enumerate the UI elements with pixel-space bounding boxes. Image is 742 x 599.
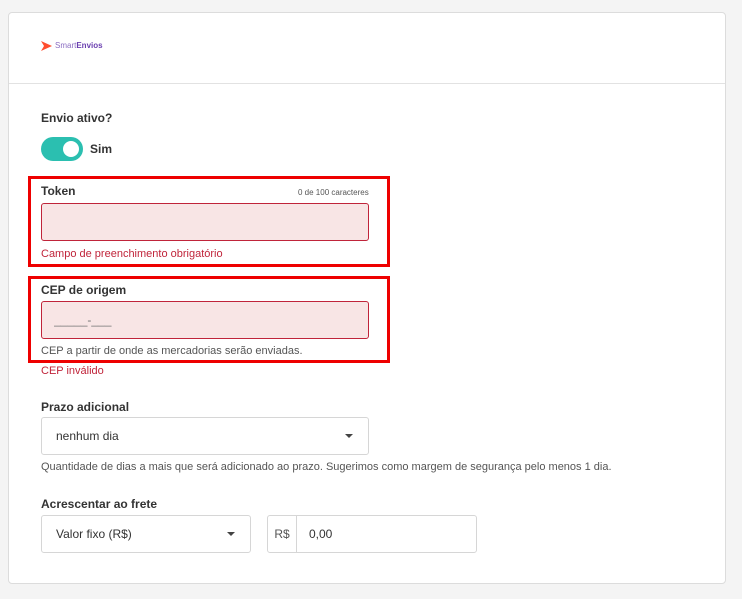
frete-type-select[interactable]: Valor fixo (R$) (41, 515, 251, 553)
card-header: SmartEnvios (9, 13, 725, 84)
prazo-adicional-select[interactable]: nenhum dia (41, 417, 369, 455)
smartenvios-logo: SmartEnvios (41, 41, 103, 51)
currency-prefix: R$ (268, 516, 297, 552)
frete-type-selected: Valor fixo (R$) (56, 527, 132, 541)
prazo-adicional-help-text: Quantidade de dias a mais que será adici… (41, 461, 612, 473)
cep-help-text: CEP a partir de onde as mercadorias serã… (41, 345, 303, 357)
envio-ativo-toggle-text: Sim (90, 142, 113, 156)
token-label: Token (41, 184, 76, 198)
cep-label: CEP de origem (41, 283, 127, 297)
chevron-down-icon (227, 532, 235, 536)
frete-value-input[interactable] (297, 516, 476, 552)
envio-ativo-toggle[interactable] (41, 137, 83, 161)
logo-text-bold: Envios (76, 41, 103, 50)
acrescentar-frete-label: Acrescentar ao frete (41, 497, 158, 511)
prazo-adicional-label: Prazo adicional (41, 400, 130, 414)
token-char-count: 0 de 100 caracteres (298, 188, 369, 197)
logo-text-light: Smart (55, 41, 77, 50)
chevron-down-icon (345, 434, 353, 438)
toggle-knob (63, 141, 79, 157)
envio-ativo-label: Envio ativo? (41, 111, 113, 125)
cep-input[interactable] (41, 301, 369, 339)
smartenvios-logo-icon (41, 41, 52, 51)
token-input[interactable] (41, 203, 369, 241)
prazo-adicional-selected: nenhum dia (56, 429, 119, 443)
cep-error-message: CEP inválido (41, 365, 104, 377)
token-error-message: Campo de preenchimento obrigatório (41, 248, 223, 260)
frete-value-field: R$ (267, 515, 477, 553)
